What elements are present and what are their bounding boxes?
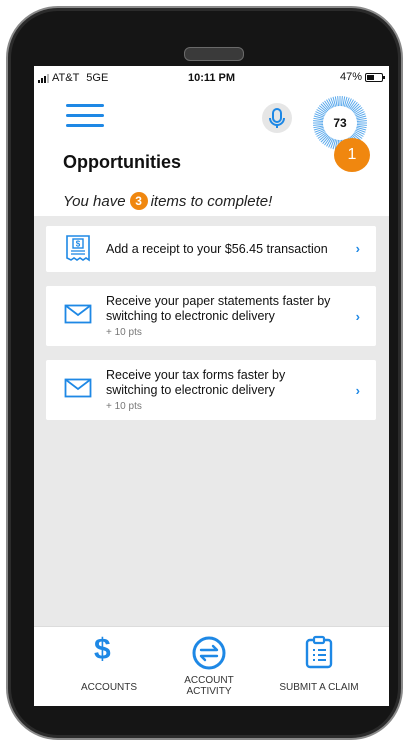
status-bar: AT&T 5GE 10:11 PM 47%: [34, 66, 389, 90]
opportunity-text-line1: Receive your paper statements faster by: [106, 294, 331, 308]
opportunity-card-tax-forms[interactable]: Receive your tax forms faster by switchi…: [46, 360, 376, 420]
notification-badge[interactable]: 1: [334, 138, 370, 172]
app-header: 73 1 Opportunities You have 3 items to c…: [34, 90, 389, 216]
score-value: 73: [333, 116, 347, 130]
subtitle: You have 3 items to complete!: [63, 192, 272, 210]
subtitle-prefix: You have: [63, 192, 126, 210]
nav-activity-label-line1: ACCOUNT: [184, 675, 234, 686]
opportunity-text-line2: switching to electronic delivery: [106, 309, 275, 323]
page-title: Opportunities: [63, 152, 181, 172]
hamburger-menu-icon[interactable]: [66, 104, 104, 130]
phone-speaker: [184, 47, 244, 61]
envelope-icon: [64, 378, 92, 403]
battery-percent: 47%: [339, 71, 362, 83]
nav-accounts[interactable]: $ ACCOUNTS: [54, 627, 164, 706]
receipt-icon: $: [64, 234, 92, 267]
opportunity-text-line2: switching to electronic delivery: [106, 383, 275, 397]
microphone-icon[interactable]: [262, 103, 292, 133]
svg-text:$: $: [76, 240, 81, 249]
items-count-badge: 3: [129, 192, 148, 210]
opportunity-text-line1: Receive your tax forms faster by: [106, 368, 286, 382]
opportunity-text: Add a receipt to your $56.45 transaction: [106, 242, 328, 256]
subtitle-suffix: items to complete!: [150, 192, 273, 210]
points-label: + 10 pts: [106, 401, 142, 412]
app-screen: AT&T 5GE 10:11 PM 47% 73 1 Opportunities…: [34, 66, 389, 706]
envelope-icon: [64, 304, 92, 329]
points-label: + 10 pts: [106, 327, 142, 338]
nav-activity-label-line2: ACTIVITY: [186, 686, 232, 697]
opportunity-card-receipt[interactable]: $ Add a receipt to your $56.45 transacti…: [46, 226, 376, 272]
battery-status: 47%: [339, 71, 385, 83]
opportunity-card-statements[interactable]: Receive your paper statements faster by …: [46, 286, 376, 346]
dollar-icon: $: [94, 633, 111, 666]
clipboard-icon: [304, 635, 334, 674]
nav-account-activity[interactable]: ACCOUNT ACTIVITY: [164, 627, 254, 706]
nav-accounts-label: ACCOUNTS: [80, 682, 138, 693]
chevron-right-icon: ›: [355, 309, 360, 324]
status-time: 10:11 PM: [187, 72, 236, 84]
battery-icon: [365, 72, 385, 82]
nav-claim-label: SUBMIT A CLAIM: [279, 682, 359, 693]
transfer-arrows-icon: [192, 636, 226, 675]
nav-submit-claim[interactable]: SUBMIT A CLAIM: [264, 627, 374, 706]
chevron-right-icon: ›: [355, 383, 360, 398]
bottom-nav: $ ACCOUNTS ACCOUNT ACTIVITY SUBMIT A CLA…: [34, 626, 389, 706]
chevron-right-icon: ›: [355, 241, 360, 256]
